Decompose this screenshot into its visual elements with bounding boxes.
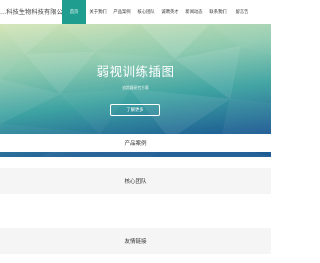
nav-item-about[interactable]: 关于我们 [86, 0, 110, 24]
nav-item-products[interactable]: 产品案例 [110, 0, 134, 24]
main-nav: 首页 关于我们 产品案例 核心团队 诚聘英才 新闻动态 联系我们 留言告 [62, 0, 254, 24]
learn-more-button[interactable]: 了解更多 [110, 104, 160, 116]
hero-subtitle: 追踪器研究方案 [122, 85, 149, 90]
nav-item-news[interactable]: 新闻动态 [182, 0, 206, 24]
nav-item-home[interactable]: 首页 [62, 0, 86, 24]
hero-title: 弱视训练插图 [96, 64, 175, 79]
nav-item-careers[interactable]: 诚聘英才 [158, 0, 182, 24]
page: …科技生物科技有限公司 首页 关于我们 产品案例 核心团队 诚聘英才 新闻动态 … [0, 0, 271, 263]
nav-item-contact[interactable]: 联系我们 [206, 0, 230, 24]
nav-item-team[interactable]: 核心团队 [134, 0, 158, 24]
section-links-heading: 友情链接 [0, 228, 271, 254]
company-logo-text[interactable]: …科技生物科技有限公司 [0, 7, 69, 16]
nav-item-guestbook[interactable]: 留言告 [230, 0, 254, 24]
section-products-heading: 产品案例 [0, 134, 271, 152]
site-header: …科技生物科技有限公司 首页 关于我们 产品案例 核心团队 诚聘英才 新闻动态 … [0, 0, 271, 24]
section-team-heading: 核心团队 [0, 168, 271, 194]
